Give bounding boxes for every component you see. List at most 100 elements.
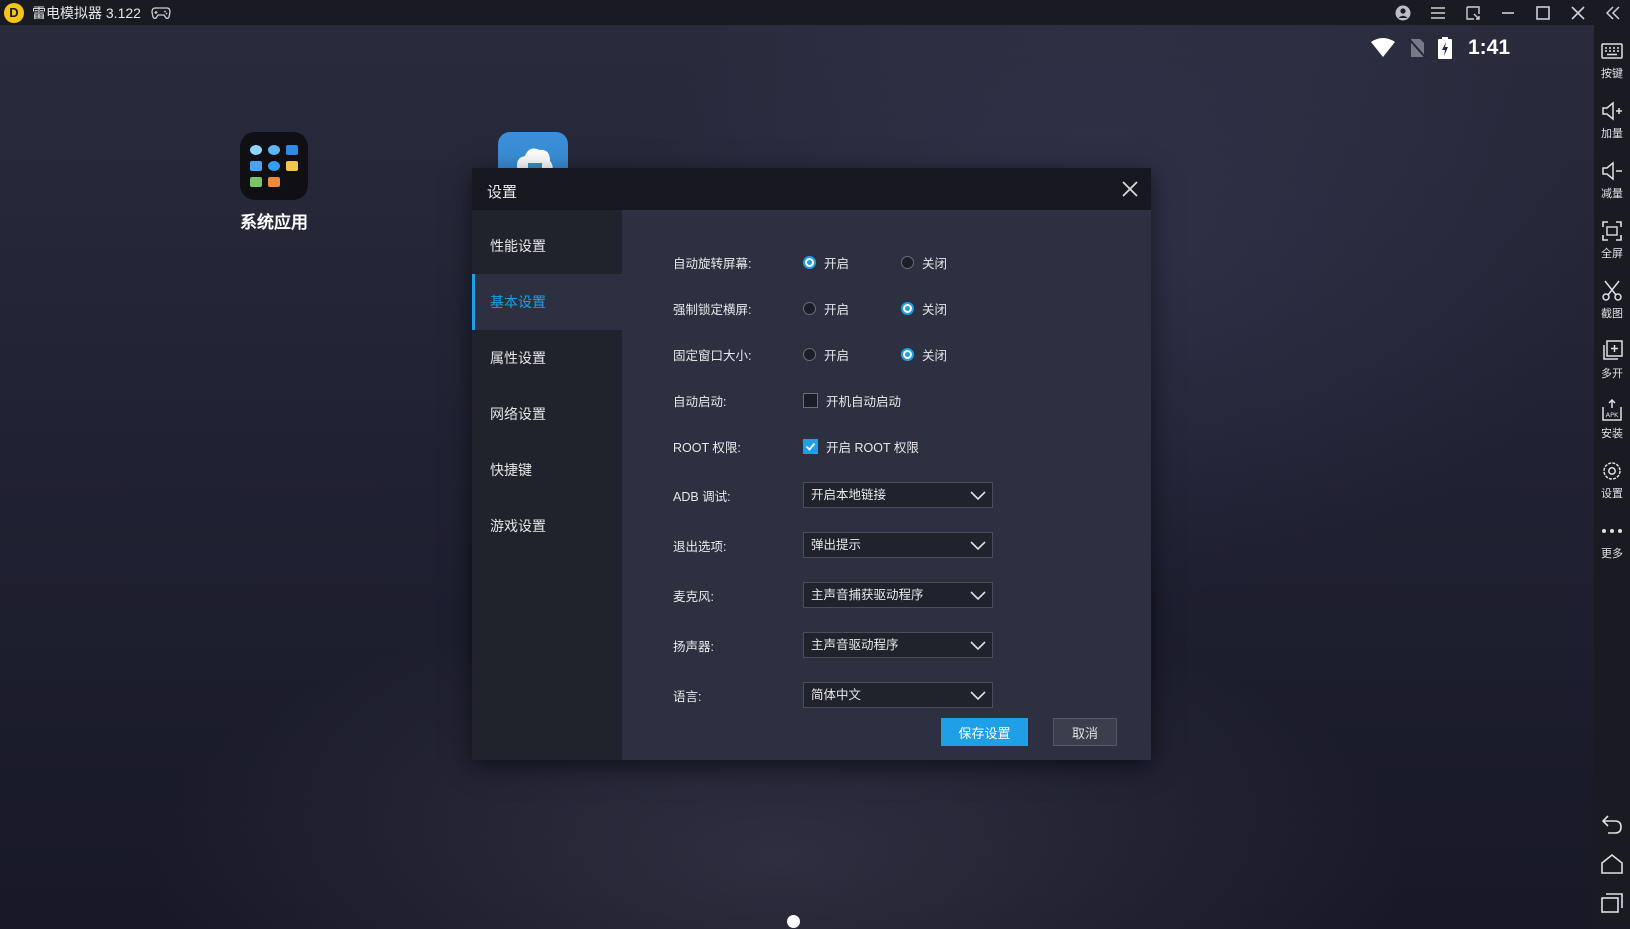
toolbar-keymap-button[interactable]: 按键 (1594, 39, 1630, 81)
radio-label: 开启 (824, 302, 850, 317)
restore-window-button[interactable] (1455, 0, 1490, 25)
force-landscape-on-radio[interactable]: 开启 (803, 299, 901, 318)
setting-label: ADB 调试: (673, 489, 731, 504)
scissors-icon (1602, 280, 1622, 301)
android-status-bar: 1:41 (1370, 36, 1510, 60)
toolbar-fullscreen-button[interactable]: 全屏 (1594, 219, 1630, 261)
radio-unselected[interactable] (901, 255, 914, 269)
setting-label: ROOT 权限: (673, 440, 741, 455)
close-button[interactable] (1560, 0, 1595, 25)
select-value: 弹出提示 (811, 538, 862, 552)
maximize-button[interactable] (1525, 0, 1560, 25)
language-select[interactable]: 简体中文 (803, 682, 993, 708)
fixed-window-on-radio[interactable]: 开启 (803, 345, 901, 364)
speaker-select[interactable]: 主声音驱动程序 (803, 632, 993, 658)
toolbar-label: 加量 (1601, 128, 1623, 140)
nav-shortcut-keys[interactable]: 快捷键 (472, 442, 622, 498)
setting-adb-debug: ADB 调试: 开启本地链接 (673, 481, 993, 509)
setting-language: 语言: 简体中文 (673, 681, 993, 709)
toolbar-label: 多开 (1601, 368, 1623, 380)
gear-icon (1603, 462, 1621, 480)
desktop-app-system-apps[interactable]: 系统应用 (224, 132, 324, 233)
setting-label: 语言: (673, 689, 702, 704)
radio-label: 关闭 (922, 256, 948, 271)
exit-option-select[interactable]: 弹出提示 (803, 532, 993, 558)
cancel-button[interactable]: 取消 (1053, 718, 1117, 746)
setting-fixed-window-size: 固定窗口大小: 开启 关闭 (673, 342, 947, 366)
multi-instance-icon (1603, 340, 1623, 360)
setting-label: 固定窗口大小: (673, 348, 752, 363)
setting-auto-rotate: 自动旋转屏幕: 开启 关闭 (673, 250, 947, 274)
nav-basic-settings[interactable]: 基本设置 (472, 274, 622, 330)
settings-panel: 自动旋转屏幕: 开启 关闭 强制锁定横屏: 开启 关闭 固定窗口大小: 开启 关… (622, 210, 1151, 760)
setting-auto-start: 自动启动: 开机自动启动 (673, 388, 901, 412)
toolbar-screenshot-button[interactable]: 截图 (1594, 279, 1630, 321)
android-home-button[interactable] (1594, 852, 1630, 876)
status-time: 1:41 (1467, 36, 1510, 59)
toolbar-more-button[interactable]: 更多 (1594, 519, 1630, 561)
nav-network-settings[interactable]: 网络设置 (472, 386, 622, 442)
adb-debug-select[interactable]: 开启本地链接 (803, 482, 993, 508)
nav-performance-settings[interactable]: 性能设置 (472, 218, 622, 274)
menu-button[interactable] (1420, 0, 1455, 25)
root-permission-checkbox[interactable]: 开启 ROOT 权限 (803, 437, 919, 456)
radio-label: 关闭 (922, 348, 948, 363)
android-recents-button[interactable] (1594, 891, 1630, 915)
toolbar-label: 减量 (1601, 188, 1623, 200)
settings-nav: 性能设置 基本设置 属性设置 网络设置 快捷键 游戏设置 (472, 210, 622, 760)
toolbar-install-apk-button[interactable]: APK 安装 (1594, 399, 1630, 441)
radio-label: 开启 (824, 256, 850, 271)
desktop-app-label: 系统应用 (240, 213, 308, 232)
chevron-down-icon (970, 591, 986, 601)
setting-root-permission: ROOT 权限: 开启 ROOT 权限 (673, 434, 919, 458)
toolbar-volume-up-button[interactable]: 加量 (1594, 99, 1630, 141)
radio-selected[interactable] (803, 255, 816, 269)
radio-unselected[interactable] (803, 301, 816, 315)
toolbar-multi-instance-button[interactable]: 多开 (1594, 339, 1630, 381)
toolbar-volume-down-button[interactable]: 减量 (1594, 159, 1630, 201)
system-apps-folder-icon (240, 132, 308, 200)
select-value: 开启本地链接 (811, 488, 887, 502)
nav-property-settings[interactable]: 属性设置 (472, 330, 622, 386)
radio-label: 关闭 (922, 302, 948, 317)
chevron-down-icon (970, 641, 986, 651)
cloud-app-icon (516, 148, 553, 172)
gamepad-icon[interactable] (151, 6, 171, 20)
wifi-icon (1370, 38, 1395, 57)
auto-rotate-on-radio[interactable]: 开启 (803, 253, 901, 272)
dialog-close-icon[interactable] (1119, 178, 1141, 200)
minimize-button[interactable] (1490, 0, 1525, 25)
setting-label: 麦克风: (673, 589, 714, 604)
android-back-button[interactable] (1594, 812, 1630, 836)
microphone-select[interactable]: 主声音捕获驱动程序 (803, 582, 993, 608)
radio-unselected[interactable] (803, 347, 816, 361)
radio-selected[interactable] (901, 301, 914, 315)
save-settings-button[interactable]: 保存设置 (941, 718, 1028, 746)
close-icon (1570, 5, 1585, 20)
setting-force-landscape: 强制锁定横屏: 开启 关闭 (673, 296, 947, 320)
desktop-app-cloud[interactable] (498, 132, 568, 172)
setting-exit-option: 退出选项: 弹出提示 (673, 531, 993, 559)
checkbox-label: 开机自动启动 (826, 394, 902, 409)
radio-selected[interactable] (901, 347, 914, 361)
account-button[interactable] (1385, 0, 1420, 25)
checkbox-unchecked[interactable] (803, 392, 818, 408)
app-logo-icon: D (4, 2, 24, 23)
auto-rotate-off-radio[interactable]: 关闭 (901, 253, 947, 272)
checkbox-checked[interactable] (803, 438, 818, 454)
setting-label: 自动启动: (673, 394, 727, 409)
nav-game-settings[interactable]: 游戏设置 (472, 498, 622, 554)
toolbar-settings-button[interactable]: 设置 (1594, 459, 1630, 501)
select-value: 主声音捕获驱动程序 (811, 588, 924, 602)
select-value: 主声音驱动程序 (811, 638, 899, 652)
battery-charging-icon (1437, 37, 1452, 59)
account-icon (1395, 5, 1410, 20)
volume-up-icon (1602, 101, 1622, 121)
chevron-down-icon (970, 541, 986, 551)
setting-label: 强制锁定横屏: (673, 302, 752, 317)
collapse-toolbar-button[interactable] (1595, 0, 1630, 25)
force-landscape-off-radio[interactable]: 关闭 (901, 299, 947, 318)
dialog-header: 设置 (472, 168, 1151, 210)
fixed-window-off-radio[interactable]: 关闭 (901, 345, 947, 364)
auto-start-checkbox[interactable]: 开机自动启动 (803, 391, 901, 410)
